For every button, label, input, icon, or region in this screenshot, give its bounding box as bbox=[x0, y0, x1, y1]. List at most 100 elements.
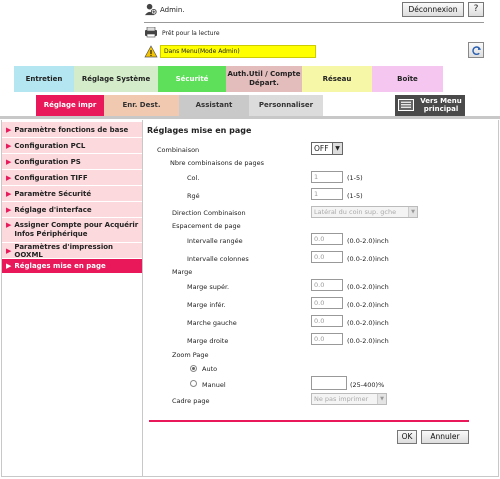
page-title: Réglages mise en page bbox=[147, 126, 252, 135]
refresh-button[interactable] bbox=[468, 42, 484, 58]
cadre-select[interactable]: Ne pas imprimer ▼ bbox=[311, 393, 387, 405]
printer-icon bbox=[145, 27, 157, 38]
nav-item-label: Réglage d'interface bbox=[14, 205, 92, 214]
tab-securite[interactable]: Sécurité bbox=[158, 66, 226, 92]
arrow-right-icon: ▶ bbox=[6, 262, 12, 270]
marge-inf-label: Marge infér. bbox=[187, 301, 226, 309]
col-input[interactable]: 1 bbox=[311, 171, 343, 183]
chevron-down-icon: ▼ bbox=[332, 143, 342, 154]
tab-auth-compte[interactable]: Auth.Util / Compte Départ. bbox=[226, 66, 302, 92]
nav-item-parametres-ooxml[interactable]: ▶ Paramètres d'impression OOXML bbox=[2, 242, 142, 259]
tab-reseau[interactable]: Réseau bbox=[302, 66, 372, 92]
nav-item-label: Paramètre Sécurité bbox=[14, 189, 92, 198]
chevron-down-icon: ▼ bbox=[377, 394, 386, 404]
int-colonnes-label: Intervalle colonnes bbox=[187, 255, 249, 263]
direction-value: Latéral du coin sup. gche bbox=[314, 208, 397, 216]
marge-label: Marge bbox=[172, 268, 193, 276]
zoom-label: Zoom Page bbox=[172, 351, 209, 359]
user-name: Admin. bbox=[160, 6, 185, 14]
refresh-icon bbox=[471, 46, 481, 56]
arrow-right-icon: ▶ bbox=[6, 221, 12, 229]
nav-item-parametre-securite[interactable]: ▶ Paramètre Sécurité bbox=[2, 186, 142, 201]
combinaison-select[interactable]: OFF ▼ bbox=[311, 142, 343, 155]
ok-button[interactable]: OK bbox=[397, 430, 417, 444]
marge-sup-label: Marge supér. bbox=[187, 283, 230, 291]
cancel-button[interactable]: Annuler bbox=[421, 430, 469, 444]
arrow-right-icon: ▶ bbox=[6, 141, 12, 150]
nav-item-reglages-mise-en-page[interactable]: ▶ Réglages mise en page bbox=[2, 259, 142, 273]
zoom-input[interactable] bbox=[311, 376, 347, 390]
subtab-assistant[interactable]: Assistant bbox=[179, 95, 249, 116]
arrow-right-icon: ▶ bbox=[6, 157, 12, 166]
mode-status-bar: Dans Menu(Mode Admin) bbox=[160, 45, 316, 58]
arrow-right-icon: ▶ bbox=[6, 125, 12, 134]
zoom-manuel-label: Manuel bbox=[202, 381, 226, 389]
arrow-right-icon: ▶ bbox=[6, 173, 12, 182]
zoom-manuel-radio[interactable] bbox=[190, 380, 197, 387]
marge-droite-label: Marge droite bbox=[187, 337, 229, 345]
header-divider bbox=[144, 22, 484, 23]
combinaison-label: Combinaison bbox=[157, 146, 200, 154]
rge-unit: (1-5) bbox=[347, 192, 363, 200]
int-rangee-input[interactable]: 0.0 bbox=[311, 233, 343, 245]
tab-reglage-systeme[interactable]: Réglage Système bbox=[74, 66, 158, 92]
arrow-right-icon: ▶ bbox=[6, 205, 12, 214]
cadre-label: Cadre page bbox=[172, 397, 210, 405]
nav-item-label: Configuration PCL bbox=[14, 141, 86, 150]
nav-item-configuration-ps[interactable]: ▶ Configuration PS bbox=[2, 154, 142, 169]
zoom-auto-label: Auto bbox=[202, 365, 218, 373]
rge-label: Rgé bbox=[187, 192, 200, 200]
marche-gauche-unit: (0.0-2.0)inch bbox=[347, 319, 389, 327]
marche-gauche-input[interactable]: 0.0 bbox=[311, 315, 343, 327]
int-rangee-unit: (0.0-2.0)inch bbox=[347, 237, 389, 245]
form-divider bbox=[149, 420, 469, 422]
zoom-auto-radio[interactable] bbox=[190, 365, 197, 372]
combinaison-value: OFF bbox=[314, 144, 329, 153]
nav-item-label: Assigner Compte pour Acquérir Infos Péri… bbox=[14, 221, 139, 238]
menu-screen-icon bbox=[398, 99, 414, 111]
nav-item-configuration-tiff[interactable]: ▶ Configuration TIFF bbox=[2, 170, 142, 185]
marge-sup-unit: (0.0-2.0)inch bbox=[347, 283, 389, 291]
direction-select[interactable]: Latéral du coin sup. gche ▼ bbox=[311, 206, 418, 218]
subtab-reglage-impr[interactable]: Réglage impr bbox=[36, 95, 104, 116]
help-button[interactable]: ? bbox=[468, 2, 484, 17]
tab-boite[interactable]: Boîte bbox=[372, 66, 443, 92]
rge-input[interactable]: 1 bbox=[311, 188, 343, 200]
marge-droite-unit: (0.0-2.0)inch bbox=[347, 337, 389, 345]
status-ready-text: Prêt pour la lecture bbox=[162, 30, 220, 37]
zoom-unit: (25-400)% bbox=[350, 381, 385, 389]
nav-item-configuration-pcl[interactable]: ▶ Configuration PCL bbox=[2, 138, 142, 153]
subtab-enr-dest[interactable]: Enr. Dest. bbox=[104, 95, 179, 116]
nav-item-reglage-interface[interactable]: ▶ Réglage d'interface bbox=[2, 202, 142, 217]
marge-inf-unit: (0.0-2.0)inch bbox=[347, 301, 389, 309]
subtab-divider bbox=[0, 116, 500, 119]
cadre-value: Ne pas imprimer bbox=[314, 395, 369, 403]
nav-item-label: Paramètre fonctions de base bbox=[14, 125, 129, 134]
nav-item-label: Configuration TIFF bbox=[14, 173, 88, 182]
admin-user-icon bbox=[144, 3, 157, 16]
nav-item-label: Paramètres d'impression OOXML bbox=[14, 242, 114, 259]
nav-item-assigner-compte[interactable]: ▶ Assigner Compte pour Acquérir Infos Pér… bbox=[2, 218, 142, 242]
direction-label: Direction Combinaison bbox=[172, 209, 246, 217]
marche-gauche-label: Marche gauche bbox=[187, 319, 237, 327]
int-rangee-label: Intervalle rangée bbox=[187, 237, 243, 245]
nav-item-label: Réglages mise en page bbox=[14, 262, 106, 270]
subtab-personnaliser[interactable]: Personnaliser bbox=[249, 95, 323, 116]
int-colonnes-input[interactable]: 0.0 bbox=[311, 251, 343, 263]
marge-droite-input[interactable]: 0.0 bbox=[311, 333, 343, 345]
espacement-label: Espacement de page bbox=[172, 222, 241, 230]
col-label: Col. bbox=[187, 174, 200, 182]
marge-inf-input[interactable]: 0.0 bbox=[311, 297, 343, 309]
arrow-right-icon: ▶ bbox=[6, 246, 12, 255]
nav-item-label: Configuration PS bbox=[14, 157, 81, 166]
logout-button[interactable]: Déconnexion bbox=[402, 2, 464, 17]
arrow-right-icon: ▶ bbox=[6, 189, 12, 198]
marge-sup-input[interactable]: 0.0 bbox=[311, 279, 343, 291]
nav-item-parametre-fonctions[interactable]: ▶ Paramètre fonctions de base bbox=[2, 122, 142, 137]
warning-icon bbox=[144, 45, 158, 58]
int-colonnes-unit: (0.0-2.0)inch bbox=[347, 255, 389, 263]
col-unit: (1-5) bbox=[347, 174, 363, 182]
chevron-down-icon: ▼ bbox=[408, 207, 417, 217]
tab-entretien[interactable]: Entretien bbox=[14, 66, 74, 92]
nbre-combinaisons-label: Nbre combinaisons de pages bbox=[170, 159, 265, 167]
